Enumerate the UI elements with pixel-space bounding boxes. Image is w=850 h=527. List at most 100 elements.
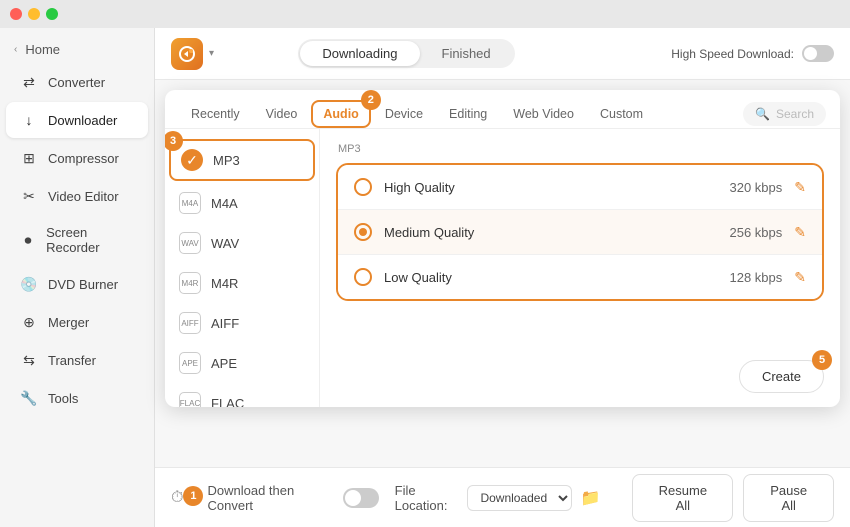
compressor-icon: ⊞ <box>20 149 38 167</box>
sidebar-item-video-editor[interactable]: ✂ Video Editor <box>6 178 148 214</box>
quality-options: High Quality 320 kbps ✎ Medium Quality 2… <box>336 163 824 301</box>
quality-medium-radio <box>354 223 372 241</box>
file-location-label: File Location: <box>395 483 460 513</box>
topbar: ▾ Downloading Finished High Speed Downlo… <box>155 28 850 80</box>
bottom-bar: ⏱ 1 Download then Convert File Location:… <box>155 467 850 527</box>
high-speed-toggle[interactable] <box>802 45 834 62</box>
action-buttons: Resume All Pause All <box>632 474 834 522</box>
m4a-icon: M4A <box>179 192 201 214</box>
tab-video[interactable]: Video <box>254 100 310 128</box>
ape-icon: APE <box>179 352 201 374</box>
quality-high[interactable]: High Quality 320 kbps ✎ <box>338 165 822 210</box>
dvd-burner-label: DVD Burner <box>48 277 118 292</box>
sidebar-item-compressor[interactable]: ⊞ Compressor <box>6 140 148 176</box>
search-box: 🔍 Search <box>743 102 826 126</box>
sidebar-item-tools[interactable]: 🔧 Tools <box>6 380 148 416</box>
pause-all-button[interactable]: Pause All <box>743 474 834 522</box>
minimize-button[interactable] <box>28 8 40 20</box>
search-placeholder: Search <box>776 107 814 121</box>
sidebar-item-converter[interactable]: ⇄ Converter <box>6 64 148 100</box>
quality-low[interactable]: Low Quality 128 kbps ✎ <box>338 255 822 299</box>
format-item-m4r[interactable]: M4R M4R <box>165 263 319 303</box>
tools-icon: 🔧 <box>20 389 38 407</box>
ape-label: APE <box>211 356 237 371</box>
video-editor-label: Video Editor <box>48 189 119 204</box>
screen-recorder-label: Screen Recorder <box>46 225 134 255</box>
tab-web-video[interactable]: Web Video <box>501 100 586 128</box>
format-item-aiff[interactable]: AIFF AIFF <box>165 303 319 343</box>
downloader-label: Downloader <box>48 113 117 128</box>
quality-low-radio <box>354 268 372 286</box>
tab-device[interactable]: Device <box>373 100 435 128</box>
quality-low-edit-icon[interactable]: ✎ <box>794 269 806 286</box>
app-logo <box>171 38 203 70</box>
downloader-icon: ↓ <box>20 111 38 129</box>
wav-icon: WAV <box>179 232 201 254</box>
merger-icon: ⊕ <box>20 313 38 331</box>
sidebar-item-transfer[interactable]: ⇆ Transfer <box>6 342 148 378</box>
tab-downloading[interactable]: Downloading <box>300 41 419 66</box>
m4a-label: M4A <box>211 196 238 211</box>
quality-low-label: Low Quality <box>384 270 730 285</box>
m4r-label: M4R <box>211 276 238 291</box>
flac-icon: FLAC <box>179 392 201 407</box>
sidebar: ‹ Home ⇄ Converter ↓ Downloader ⊞ Compre… <box>0 28 155 527</box>
m4r-icon: M4R <box>179 272 201 294</box>
download-convert-section: ⏱ 1 Download then Convert <box>171 483 379 513</box>
create-button-wrapper: 5 Create <box>739 360 824 393</box>
format-item-wav[interactable]: WAV WAV <box>165 223 319 263</box>
quality-medium-bitrate: 256 kbps <box>730 225 783 240</box>
format-tabs: Recently Video Audio 2 Device Editing We… <box>165 90 840 129</box>
tab-recently[interactable]: Recently <box>179 100 252 128</box>
badge-1: 1 <box>183 486 203 506</box>
screen-recorder-icon: ⏺ <box>20 231 36 249</box>
download-convert-label: Download then Convert <box>207 483 333 513</box>
create-button[interactable]: Create <box>739 360 824 393</box>
quality-medium-edit-icon[interactable]: ✎ <box>794 224 806 241</box>
main-content: Recently Video Audio 2 Device Editing We… <box>155 80 850 467</box>
create-area: 5 Create <box>739 360 824 393</box>
transfer-label: Transfer <box>48 353 96 368</box>
high-speed-label: High Speed Download: <box>671 47 794 61</box>
maximize-button[interactable] <box>46 8 58 20</box>
tools-label: Tools <box>48 391 78 406</box>
quality-medium-label: Medium Quality <box>384 225 730 240</box>
logo-chevron-icon: ▾ <box>209 48 214 59</box>
sidebar-item-downloader[interactable]: ↓ Downloader <box>6 102 148 138</box>
folder-icon[interactable]: 📁 <box>580 488 600 508</box>
format-item-ape[interactable]: APE APE <box>165 343 319 383</box>
converter-icon: ⇄ <box>20 73 38 91</box>
sidebar-home[interactable]: ‹ Home <box>0 36 154 63</box>
mp3-label: MP3 <box>213 153 240 168</box>
sidebar-item-screen-recorder[interactable]: ⏺ Screen Recorder <box>6 216 148 264</box>
tab-editing[interactable]: Editing <box>437 100 499 128</box>
merger-label: Merger <box>48 315 89 330</box>
close-button[interactable] <box>10 8 22 20</box>
format-list: 3 ✓ MP3 M4A M4A WAV WAV <box>165 129 320 407</box>
quality-medium[interactable]: Medium Quality 256 kbps ✎ <box>338 210 822 255</box>
tab-finished[interactable]: Finished <box>420 41 513 66</box>
quality-high-radio <box>354 178 372 196</box>
wav-label: WAV <box>211 236 239 251</box>
resume-all-button[interactable]: Resume All <box>632 474 733 522</box>
format-item-m4a[interactable]: M4A M4A <box>165 183 319 223</box>
tab-custom[interactable]: Custom <box>588 100 655 128</box>
dvd-burner-icon: 💿 <box>20 275 38 293</box>
file-location-select[interactable]: Downloaded <box>467 485 572 511</box>
quality-high-bitrate: 320 kbps <box>730 180 783 195</box>
sidebar-item-dvd-burner[interactable]: 💿 DVD Burner <box>6 266 148 302</box>
quality-format-label: MP3 <box>336 143 824 155</box>
quality-high-label: High Quality <box>384 180 730 195</box>
quality-high-edit-icon[interactable]: ✎ <box>794 179 806 196</box>
home-label: Home <box>25 42 60 57</box>
back-chevron-icon: ‹ <box>14 44 17 55</box>
sidebar-item-merger[interactable]: ⊕ Merger <box>6 304 148 340</box>
format-item-mp3[interactable]: ✓ MP3 <box>169 139 315 181</box>
format-item-flac[interactable]: FLAC FLAC <box>165 383 319 407</box>
flac-label: FLAC <box>211 396 244 408</box>
download-convert-toggle[interactable] <box>343 488 378 508</box>
tab-group: Downloading Finished <box>298 39 514 68</box>
search-icon: 🔍 <box>755 107 770 121</box>
transfer-icon: ⇆ <box>20 351 38 369</box>
mp3-selected-icon: ✓ <box>181 149 203 171</box>
